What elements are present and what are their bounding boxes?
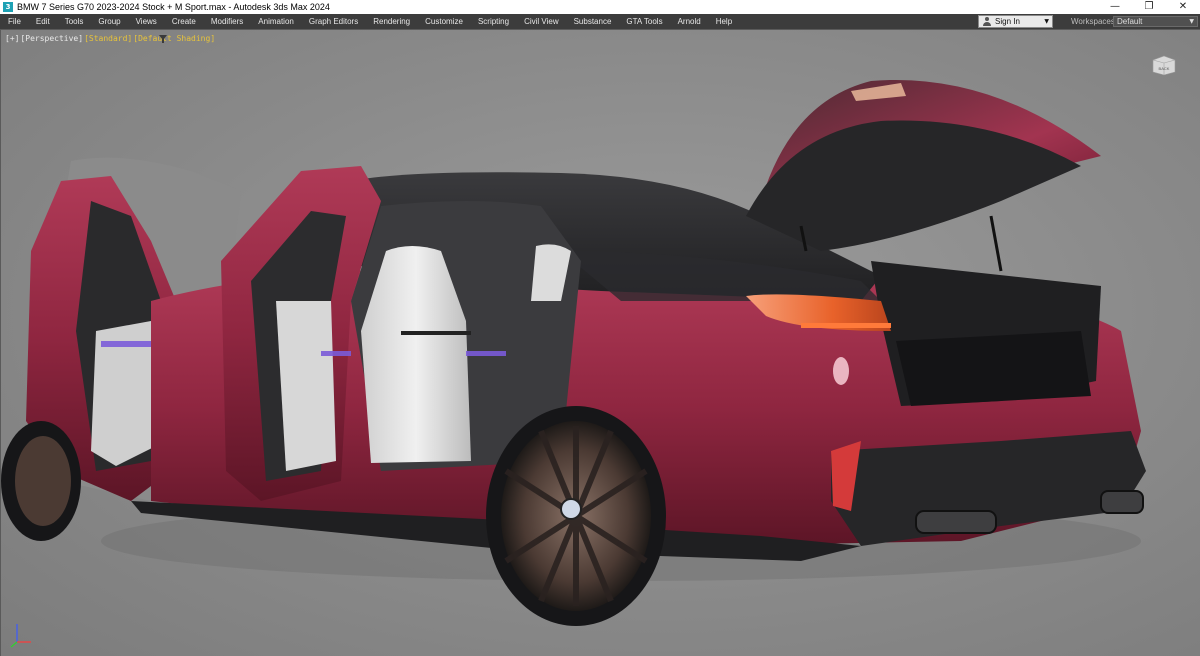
restore-button[interactable]: ❐ [1132, 0, 1166, 14]
car-3d-render [1, 79, 1146, 626]
menu-views[interactable]: Views [128, 14, 164, 29]
window-controls: — ❐ ✕ [1098, 0, 1200, 14]
viewcube[interactable]: BACK [1149, 54, 1179, 76]
menu-gta-tools[interactable]: GTA Tools [618, 14, 669, 29]
menu-group[interactable]: Group [90, 14, 127, 29]
sign-in-label: Sign In [995, 17, 1020, 26]
minimize-button[interactable]: — [1098, 0, 1132, 14]
menu-graph-editors[interactable]: Graph Editors [301, 14, 365, 29]
menu-rendering[interactable]: Rendering [365, 14, 417, 29]
sign-in-dropdown[interactable]: Sign In ▼ [978, 15, 1053, 28]
perspective-viewport[interactable]: [+] [Perspective] [Standard] [Default Sh… [0, 29, 1200, 656]
viewcube-face-label: BACK [1159, 66, 1170, 71]
3ds-max-app-icon[interactable]: 3 [3, 2, 13, 12]
menu-create[interactable]: Create [164, 14, 203, 29]
menu-file[interactable]: File [0, 14, 28, 29]
menu-substance[interactable]: Substance [566, 14, 619, 29]
viewport-point-of-view-menu[interactable]: [Perspective] [20, 34, 83, 43]
menu-help[interactable]: Help [708, 14, 739, 29]
close-button[interactable]: ✕ [1166, 0, 1200, 14]
workspaces-label: Workspaces: [1071, 17, 1118, 26]
viewport-label-menu[interactable]: [+] [Perspective] [Standard] [Default Sh… [5, 34, 215, 43]
user-icon [982, 17, 991, 26]
chevron-down-icon: ▼ [1189, 18, 1194, 25]
menu-bar: File Edit Tools Group Views Create Modif… [0, 14, 1200, 29]
menu-modifiers[interactable]: Modifiers [203, 14, 250, 29]
axis-tripod-icon [10, 624, 31, 648]
workspaces-select[interactable]: Default ▼ [1113, 16, 1198, 27]
menu-arnold[interactable]: Arnold [670, 14, 708, 29]
menu-edit[interactable]: Edit [28, 14, 57, 29]
window-title: BMW 7 Series G70 2023-2024 Stock + M Spo… [17, 2, 330, 12]
title-bar: 3 BMW 7 Series G70 2023-2024 Stock + M S… [0, 0, 1200, 14]
menu-scripting[interactable]: Scripting [470, 14, 516, 29]
menu-customize[interactable]: Customize [417, 14, 470, 29]
viewport-display-menu[interactable]: [Default Shading] [133, 34, 215, 43]
menu-tools[interactable]: Tools [57, 14, 91, 29]
viewport-shading-menu[interactable]: [Standard] [84, 34, 132, 43]
viewport-general-menu[interactable]: [+] [5, 34, 19, 43]
filter-icon[interactable] [158, 34, 168, 44]
workspaces-value: Default [1117, 17, 1143, 26]
menu-civil-view[interactable]: Civil View [516, 14, 566, 29]
chevron-down-icon: ▼ [1044, 18, 1049, 25]
menu-animation[interactable]: Animation [250, 14, 301, 29]
